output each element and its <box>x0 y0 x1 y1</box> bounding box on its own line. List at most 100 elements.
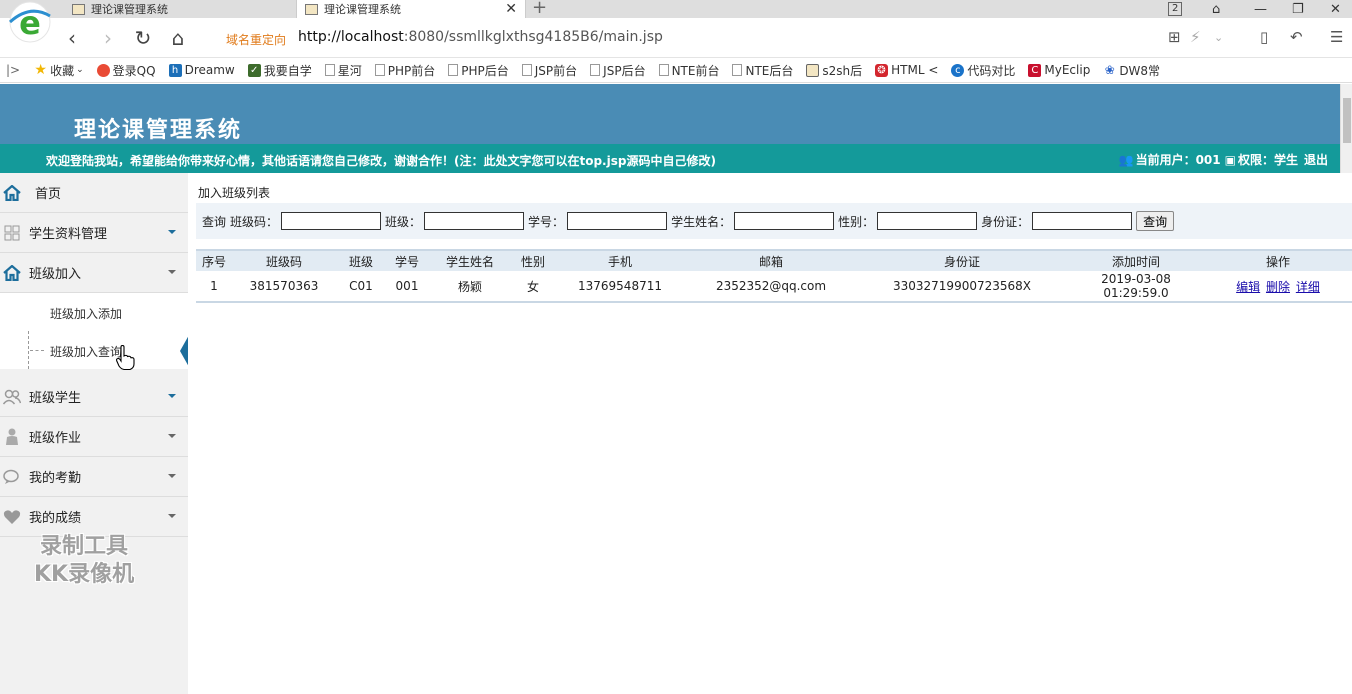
logout-link[interactable]: 退出 <box>1304 151 1328 168</box>
column-header: 班级 <box>336 249 386 271</box>
sidebar-item-class-students[interactable]: 班级学生 <box>0 377 188 417</box>
page-icon <box>324 64 335 76</box>
page-scrollbar[interactable] <box>1340 84 1352 173</box>
column-header: 序号 <box>196 249 232 271</box>
bookmark-item[interactable]: C MyEclip <box>1028 63 1090 77</box>
student-name-input[interactable] <box>734 212 835 230</box>
column-header: 班级码 <box>232 249 336 271</box>
search-button[interactable]: 查询 <box>1136 211 1175 231</box>
field-label-student-id: 学号： <box>528 214 565 229</box>
bookmark-item[interactable]: s2sh后 <box>806 62 862 79</box>
column-header: 学生姓名 <box>428 249 512 271</box>
refresh-icon[interactable]: ↻ <box>131 26 155 50</box>
permission: 权限：学生 <box>1237 153 1298 167</box>
chevron-down-icon <box>168 434 176 438</box>
edit-link[interactable]: 编辑 <box>1236 280 1260 294</box>
column-header: 身份证 <box>856 249 1068 271</box>
student-id-input[interactable] <box>567 212 668 230</box>
chevron-down-icon <box>168 230 176 234</box>
table-cell: 2352352@qq.com <box>686 271 856 303</box>
bookmark-item[interactable]: ✓ 我要自学 <box>247 62 312 79</box>
table-cell: 13769548711 <box>554 271 686 303</box>
bookmark-item[interactable]: 登录QQ <box>96 62 156 79</box>
chevron-down-icon <box>168 394 176 398</box>
myeclipse-icon: C <box>1028 63 1042 77</box>
bookmark-item[interactable]: NTE后台 <box>732 62 793 79</box>
bookmark-item[interactable]: JSP前台 <box>521 62 577 79</box>
sidebar-item-student-info[interactable]: 学生资料管理 <box>0 213 188 253</box>
bookmark-item[interactable]: h Dreamw <box>168 63 235 77</box>
user-icon: 👥 <box>1118 152 1134 167</box>
permission-icon: ▣ <box>1224 152 1236 167</box>
gender-input[interactable] <box>877 212 978 230</box>
search-prefix: 查询 <box>202 214 227 229</box>
page-icon <box>374 64 385 76</box>
breadcrumb: 加入班级列表 <box>198 186 271 200</box>
delete-link[interactable]: 删除 <box>1266 280 1290 294</box>
actions-cell: 编辑 删除 详细 <box>1204 271 1352 303</box>
browser-tab-active[interactable]: 理论课管理系统 ✕ <box>296 0 526 18</box>
field-label-gender: 性别： <box>838 214 875 229</box>
back-icon[interactable]: ‹ <box>60 26 84 50</box>
shirt-skin-icon[interactable]: ⌂ <box>1212 0 1220 18</box>
bookmark-icon[interactable]: ▯ <box>1260 28 1268 46</box>
menu-icon[interactable]: ☰ <box>1330 28 1343 46</box>
bookmark-item[interactable]: NTE前台 <box>658 62 719 79</box>
tree-line <box>28 331 29 369</box>
table-cell: 33032719900723568X <box>856 271 1068 303</box>
scrollbar-thumb[interactable] <box>1343 98 1351 143</box>
field-label-student-name: 学生姓名： <box>671 214 732 229</box>
minimize-icon[interactable]: — <box>1254 0 1267 18</box>
bookmark-item[interactable]: PHP后台 <box>448 62 509 79</box>
page-icon <box>590 64 601 76</box>
sidebar-item-homework[interactable]: 班级作业 <box>0 417 188 457</box>
sidebar-item-grades[interactable]: 我的成绩 <box>0 497 188 537</box>
code-compare-icon: c <box>951 63 965 77</box>
page-favicon-icon <box>72 3 85 15</box>
sidebar-item-attendance[interactable]: 我的考勤 <box>0 457 188 497</box>
star-icon: ★ <box>34 62 47 78</box>
main-content: 加入班级列表 查询 班级码： 班级： 学号： 学生姓名： 性别： 身份证： 查询… <box>188 173 1352 694</box>
grid-icon[interactable]: ⊞ <box>1168 28 1181 46</box>
forward-icon[interactable]: › <box>96 26 120 50</box>
close-window-icon[interactable]: ✕ <box>1330 0 1341 18</box>
class-code-input[interactable] <box>281 212 382 230</box>
sidebar-toggle-icon[interactable]: |> <box>6 63 20 77</box>
chevron-down-icon[interactable]: ⌄ <box>1214 31 1223 44</box>
url-input[interactable]: http://localhost:8080/ssmllkglxthsg4185B… <box>298 29 663 45</box>
redirect-label: 域名重定向 <box>226 33 287 47</box>
sidebar-item-home[interactable]: 首页 <box>0 173 188 213</box>
sidebar-item-class-join[interactable]: 班级加入 <box>0 253 188 293</box>
table-cell: 2019-03-08 01:29:59.0 <box>1068 271 1204 303</box>
paw-icon: ❀ <box>1104 63 1115 77</box>
page-favicon-icon <box>305 3 318 15</box>
field-label-class-code: 班级码： <box>230 214 279 229</box>
sidebar-subitem-class-join-query[interactable]: 班级加入查询 <box>0 331 188 369</box>
column-header: 添加时间 <box>1068 249 1204 271</box>
watermark-line: KK录像机 <box>34 562 135 587</box>
browser-tab[interactable]: 理论课管理系统 <box>64 0 296 18</box>
bookmark-item[interactable]: ❂ HTML < <box>875 63 938 77</box>
sidebar-item-label: 班级加入 <box>29 267 82 282</box>
column-header: 学号 <box>386 249 428 271</box>
bookmark-item[interactable]: 星河 <box>324 62 362 79</box>
bookmark-item[interactable]: ★ 收藏 ⌄ <box>34 62 83 79</box>
new-tab-icon[interactable]: + <box>532 0 547 18</box>
home-icon[interactable]: ⌂ <box>166 26 190 50</box>
restore-icon[interactable]: ❐ <box>1292 0 1304 18</box>
bookmark-item[interactable]: JSP后台 <box>590 62 646 79</box>
close-tab-icon[interactable]: ✕ <box>505 1 517 17</box>
tab-count-badge[interactable]: 2 <box>1168 0 1183 18</box>
lightning-icon[interactable]: ⚡ <box>1190 28 1201 46</box>
id-card-input[interactable] <box>1032 212 1133 230</box>
undo-icon[interactable]: ↶ <box>1290 28 1303 46</box>
class-input[interactable] <box>424 212 525 230</box>
home-icon <box>3 264 21 282</box>
sidebar-subitem-class-join-add[interactable]: 班级加入添加 <box>0 293 188 331</box>
chevron-down-icon <box>168 514 176 518</box>
bookmark-item[interactable]: PHP前台 <box>374 62 435 79</box>
detail-link[interactable]: 详细 <box>1296 280 1320 294</box>
bookmark-item[interactable]: c 代码对比 <box>951 62 1015 79</box>
sidebar: 首页 学生资料管理 班级加入 班级加入添加 班级加入查询 班级学生 班级作业 我… <box>0 173 188 694</box>
bookmark-item[interactable]: ❀ DW8常 <box>1103 62 1160 79</box>
